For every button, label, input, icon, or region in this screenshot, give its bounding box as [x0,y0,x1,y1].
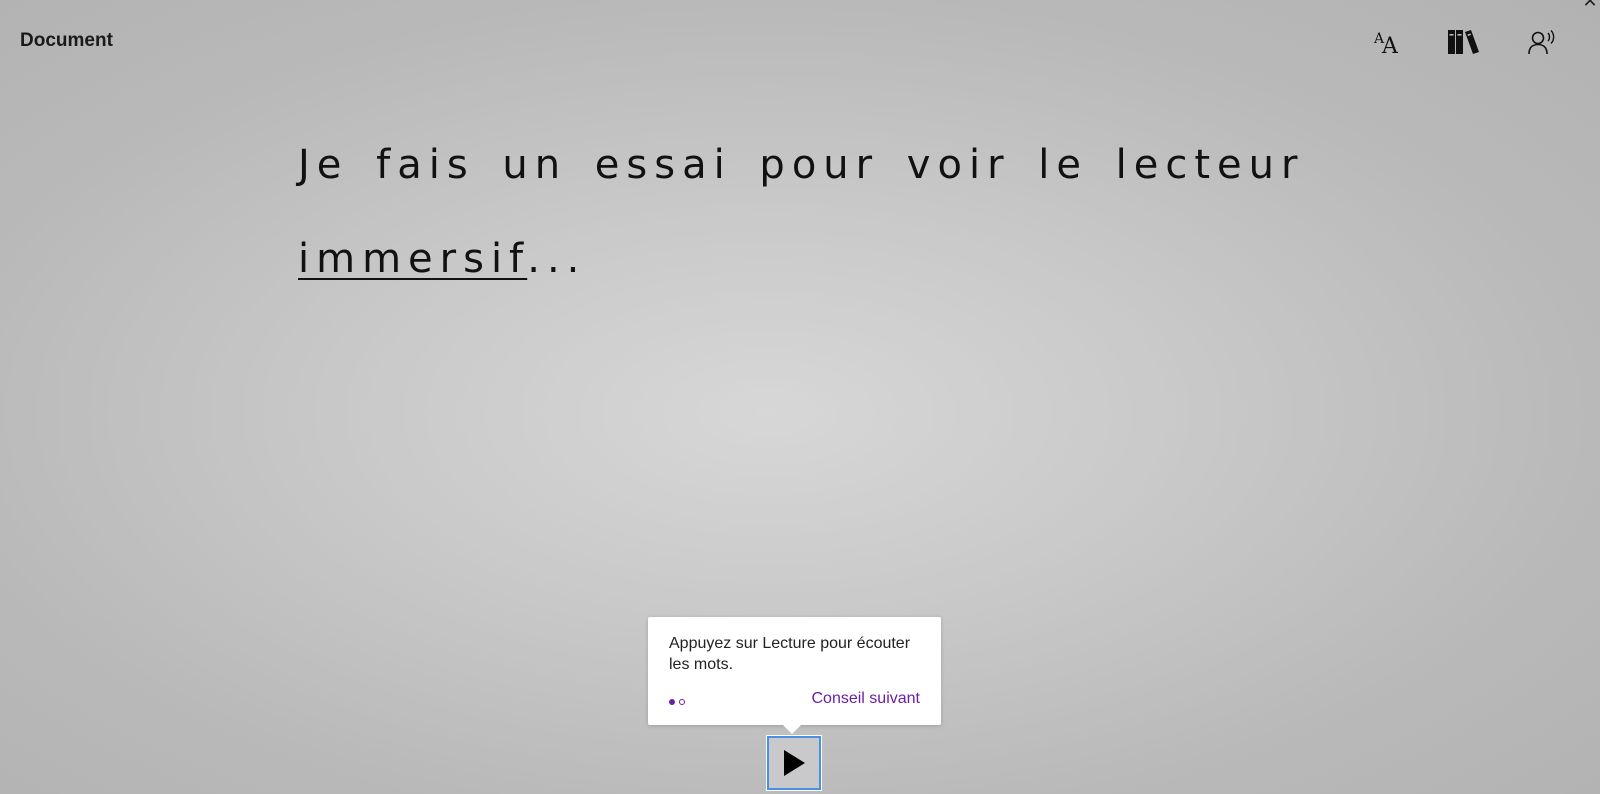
tip-message: Appuyez sur Lecture pour écouter les mot… [669,635,911,673]
grammar-options-button[interactable] [1443,22,1487,62]
tip-pagination [669,699,685,705]
tip-page-dot-1 [669,699,675,705]
play-icon [784,750,805,776]
close-icon[interactable]: ✕ [1580,0,1600,12]
reading-content: Je fais un essai pour voir le lecteur im… [298,118,1398,306]
tip-popup: Appuyez sur Lecture pour écouter les mot… [648,617,941,734]
document-title: Document [20,30,113,51]
read-aloud-icon [1528,30,1555,55]
tip-page-dot-2 [679,699,685,705]
reading-text-before: Je fais un essai pour voir le lecteur [298,142,1305,188]
play-button[interactable] [766,735,822,791]
svg-text:A: A [1381,34,1399,56]
next-tip-link[interactable]: Conseil suivant [812,690,921,708]
books-icon [1448,30,1479,54]
text-size-icon: A A [1373,31,1399,56]
reading-preferences-button[interactable] [1521,22,1565,62]
text-preferences-button[interactable]: A A [1366,22,1410,62]
current-word-highlight: immersif [298,236,528,282]
reading-text-after: ... [527,236,587,282]
tip-footer: Conseil suivant [669,690,920,708]
